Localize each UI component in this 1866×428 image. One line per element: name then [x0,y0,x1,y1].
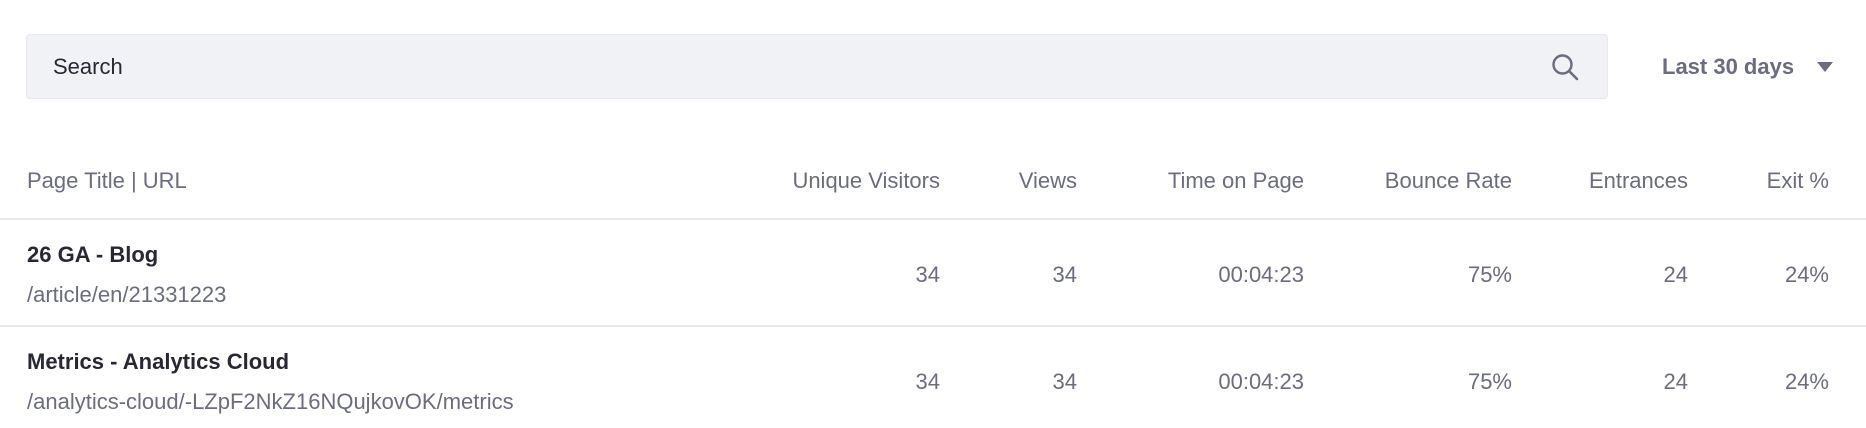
column-header-views[interactable]: Views [1019,168,1077,194]
cell-bounce-rate: 75% [1467,369,1512,394]
date-range-dropdown[interactable]: Last 30 days [1662,48,1834,86]
column-header-time-on-page[interactable]: Time on Page [1168,168,1304,194]
cell-unique-visitors: 34 [915,369,940,394]
search-input[interactable] [27,35,1549,98]
page-url: /analytics-cloud/-LZpF2NkZ16NQujkovOK/me… [27,389,514,414]
cell-exit-percent: 24% [1784,369,1829,394]
column-header-exit-percent[interactable]: Exit % [1767,168,1829,194]
caret-down-icon [1816,61,1834,73]
cell-time-on-page: 00:04:23 [1218,262,1304,287]
column-header-page-title[interactable]: Page Title | URL [27,168,187,194]
column-header-unique-visitors[interactable]: Unique Visitors [792,168,940,194]
cell-time-on-page: 00:04:23 [1218,369,1304,394]
search-icon[interactable] [1549,51,1581,83]
cell-unique-visitors: 34 [915,262,940,287]
cell-views: 34 [1052,262,1077,287]
column-header-entrances[interactable]: Entrances [1589,168,1688,194]
date-range-label: Last 30 days [1662,54,1795,79]
pages-table: Page Title | URL Unique Visitors Views T… [0,148,1866,428]
search-bar [26,34,1608,99]
page-url: /article/en/21331223 [27,282,227,307]
cell-bounce-rate: 75% [1467,262,1512,287]
table-row[interactable]: 26 GA - Blog /article/en/21331223 34 34 … [0,220,1866,327]
analytics-pages-view: Last 30 days Page Title | URL Unique Vis… [0,0,1866,428]
table-header-row: Page Title | URL Unique Visitors Views T… [0,148,1866,220]
column-header-bounce-rate[interactable]: Bounce Rate [1385,168,1512,194]
page-title-link[interactable]: Metrics - Analytics Cloud [27,349,289,375]
table-row[interactable]: Metrics - Analytics Cloud /analytics-clo… [0,327,1866,428]
cell-views: 34 [1052,369,1077,394]
cell-entrances: 24 [1663,262,1688,287]
cell-entrances: 24 [1663,369,1688,394]
cell-exit-percent: 24% [1784,262,1829,287]
page-title-link[interactable]: 26 GA - Blog [27,242,158,268]
